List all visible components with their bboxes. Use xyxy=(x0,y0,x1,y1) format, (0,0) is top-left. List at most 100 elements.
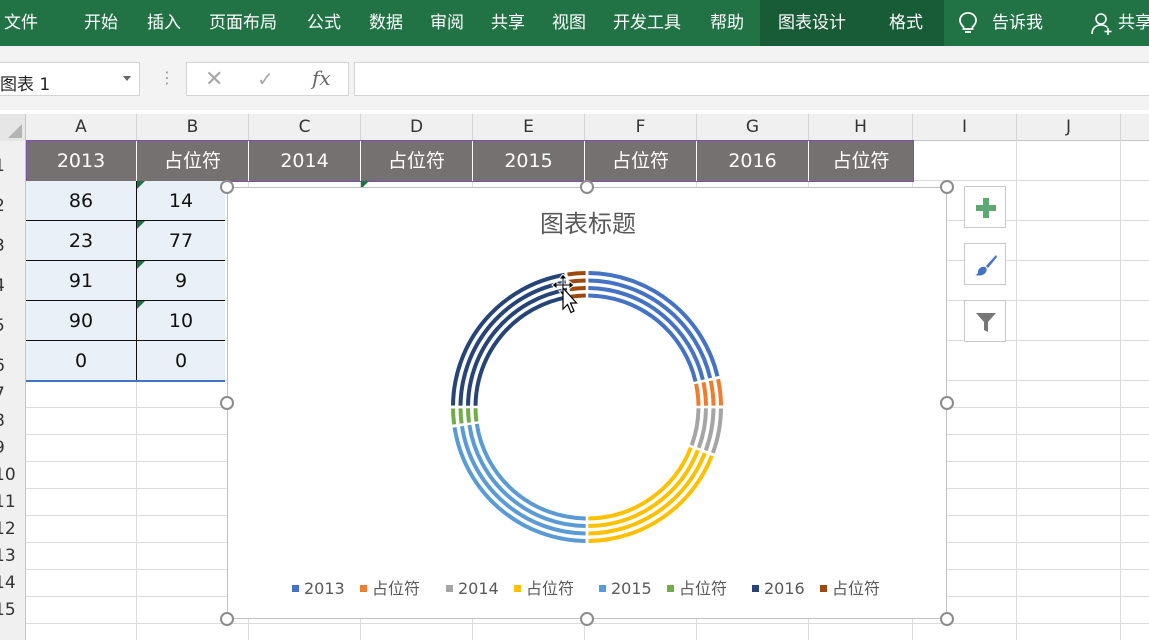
donut-segment[interactable] xyxy=(716,378,723,406)
header-cell[interactable]: 2014 xyxy=(249,141,361,181)
column-header-a[interactable]: A xyxy=(26,114,137,141)
column-header-c[interactable]: C xyxy=(249,114,361,141)
chart-filters-button[interactable] xyxy=(964,300,1006,342)
column-header-h[interactable]: H xyxy=(809,114,913,141)
donut-segment[interactable] xyxy=(588,286,705,381)
lightbulb-icon[interactable] xyxy=(958,11,978,35)
row-header-11[interactable]: 11 xyxy=(0,492,24,512)
error-indicator-icon[interactable] xyxy=(137,221,145,229)
tab-share[interactable]: 共享 xyxy=(491,0,525,46)
header-cell[interactable]: 2016 xyxy=(697,141,809,181)
insert-function-button[interactable]: fx xyxy=(312,66,331,90)
donut-segment[interactable] xyxy=(451,408,457,425)
tab-file[interactable]: 文件 xyxy=(4,0,38,46)
header-cell[interactable]: 占位符 xyxy=(809,141,913,181)
row-header-1[interactable]: 1 xyxy=(0,156,24,176)
data-cell[interactable]: 0 xyxy=(26,341,136,381)
data-cell[interactable]: 10 xyxy=(137,301,225,341)
donut-segment[interactable] xyxy=(466,408,471,423)
tab-format[interactable]: 格式 xyxy=(870,0,944,46)
donut-plot[interactable] xyxy=(228,188,948,620)
legend-entry[interactable]: 占位符 xyxy=(820,578,880,600)
data-cell[interactable]: 90 xyxy=(26,301,136,341)
column-header-f[interactable]: F xyxy=(585,114,697,141)
donut-segment[interactable] xyxy=(701,381,708,406)
donut-segment[interactable] xyxy=(694,383,701,406)
column-header-d[interactable]: D xyxy=(361,114,473,141)
error-indicator-icon[interactable] xyxy=(137,261,145,269)
data-cell[interactable]: 91 xyxy=(26,261,136,301)
legend-entry[interactable]: 2015 xyxy=(599,578,652,600)
chart-elements-button[interactable] xyxy=(964,186,1006,228)
row-header-5[interactable]: 5 xyxy=(0,316,24,336)
tab-review[interactable]: 审阅 xyxy=(430,0,464,46)
chart-styles-button[interactable] xyxy=(964,243,1006,285)
column-header-i[interactable]: I xyxy=(913,114,1017,141)
resize-handle[interactable] xyxy=(220,396,234,410)
resize-handle[interactable] xyxy=(220,612,234,626)
chevron-down-icon[interactable] xyxy=(123,76,131,81)
error-indicator-icon[interactable] xyxy=(137,181,145,189)
legend-entry[interactable]: 2014 xyxy=(446,578,499,600)
tab-page-layout[interactable]: 页面布局 xyxy=(209,0,277,46)
data-cell[interactable]: 77 xyxy=(137,221,225,261)
cancel-icon[interactable]: ✕ xyxy=(205,67,223,92)
resize-handle[interactable] xyxy=(580,612,594,626)
tab-help[interactable]: 帮助 xyxy=(710,0,744,46)
donut-segment[interactable] xyxy=(588,449,700,528)
select-all-button[interactable] xyxy=(0,114,26,141)
tab-home[interactable]: 开始 xyxy=(84,0,118,46)
header-cell[interactable]: 占位符 xyxy=(361,141,473,181)
row-header-9[interactable]: 9 xyxy=(0,438,24,458)
donut-segment[interactable] xyxy=(458,408,464,424)
row-header-12[interactable]: 12 xyxy=(0,519,24,539)
data-cell[interactable]: 86 xyxy=(26,181,136,221)
tab-formulas[interactable]: 公式 xyxy=(307,0,341,46)
donut-segment[interactable] xyxy=(689,408,701,446)
tab-insert[interactable]: 插入 xyxy=(147,0,181,46)
row-header-13[interactable]: 13 xyxy=(0,546,24,566)
header-cell[interactable]: 占位符 xyxy=(585,141,697,181)
tab-view[interactable]: 视图 xyxy=(552,0,586,46)
resize-handle[interactable] xyxy=(580,180,594,194)
row-header-3[interactable]: 3 xyxy=(0,236,24,256)
donut-segment[interactable] xyxy=(473,408,479,422)
data-cell[interactable]: 9 xyxy=(137,261,225,301)
row-header-8[interactable]: 8 xyxy=(0,411,24,431)
column-header-b[interactable]: B xyxy=(137,114,249,141)
header-cell[interactable]: 占位符 xyxy=(137,141,249,181)
data-cell[interactable]: 0 xyxy=(137,341,225,381)
donut-segment[interactable] xyxy=(467,424,586,528)
drag-handle-icon[interactable]: ⋮ xyxy=(159,68,175,87)
row-header-10[interactable]: 10 xyxy=(0,465,24,485)
tell-me-search[interactable]: 告诉我 xyxy=(992,0,1043,46)
resize-handle[interactable] xyxy=(220,180,234,194)
row-header-14[interactable]: 14 xyxy=(0,573,24,593)
resize-handle[interactable] xyxy=(940,180,954,194)
row-header-15[interactable]: 15 xyxy=(0,600,24,620)
header-cell[interactable]: 2013 xyxy=(26,141,137,181)
header-cell[interactable]: 2015 xyxy=(473,141,585,181)
tab-developer[interactable]: 开发工具 xyxy=(613,0,681,46)
data-cell[interactable]: 14 xyxy=(137,181,225,221)
tab-data[interactable]: 数据 xyxy=(369,0,403,46)
row-header-2[interactable]: 2 xyxy=(0,196,24,216)
column-header-e[interactable]: E xyxy=(473,114,585,141)
enter-icon[interactable]: ✓ xyxy=(257,67,274,91)
error-indicator-icon[interactable] xyxy=(137,301,145,309)
person-icon[interactable] xyxy=(1091,12,1113,36)
share-button[interactable]: 共享 xyxy=(1118,0,1149,46)
column-header-j[interactable]: J xyxy=(1017,114,1121,141)
legend-entry[interactable]: 2013 xyxy=(292,578,345,600)
legend-entry[interactable]: 占位符 xyxy=(514,578,574,600)
chart-legend[interactable]: 2013 占位符 2014 占位符 2015 占位符 2016 占位符 xyxy=(292,578,892,600)
row-header-7[interactable]: 7 xyxy=(0,384,24,404)
legend-entry[interactable]: 占位符 xyxy=(360,578,420,600)
legend-entry[interactable]: 占位符 xyxy=(667,578,727,600)
name-box[interactable]: 图表 1 xyxy=(0,62,140,96)
data-cell[interactable]: 23 xyxy=(26,221,136,261)
legend-entry[interactable]: 2016 xyxy=(752,578,805,600)
resize-handle[interactable] xyxy=(940,396,954,410)
row-header-4[interactable]: 4 xyxy=(0,276,24,296)
donut-segment[interactable] xyxy=(708,380,716,406)
